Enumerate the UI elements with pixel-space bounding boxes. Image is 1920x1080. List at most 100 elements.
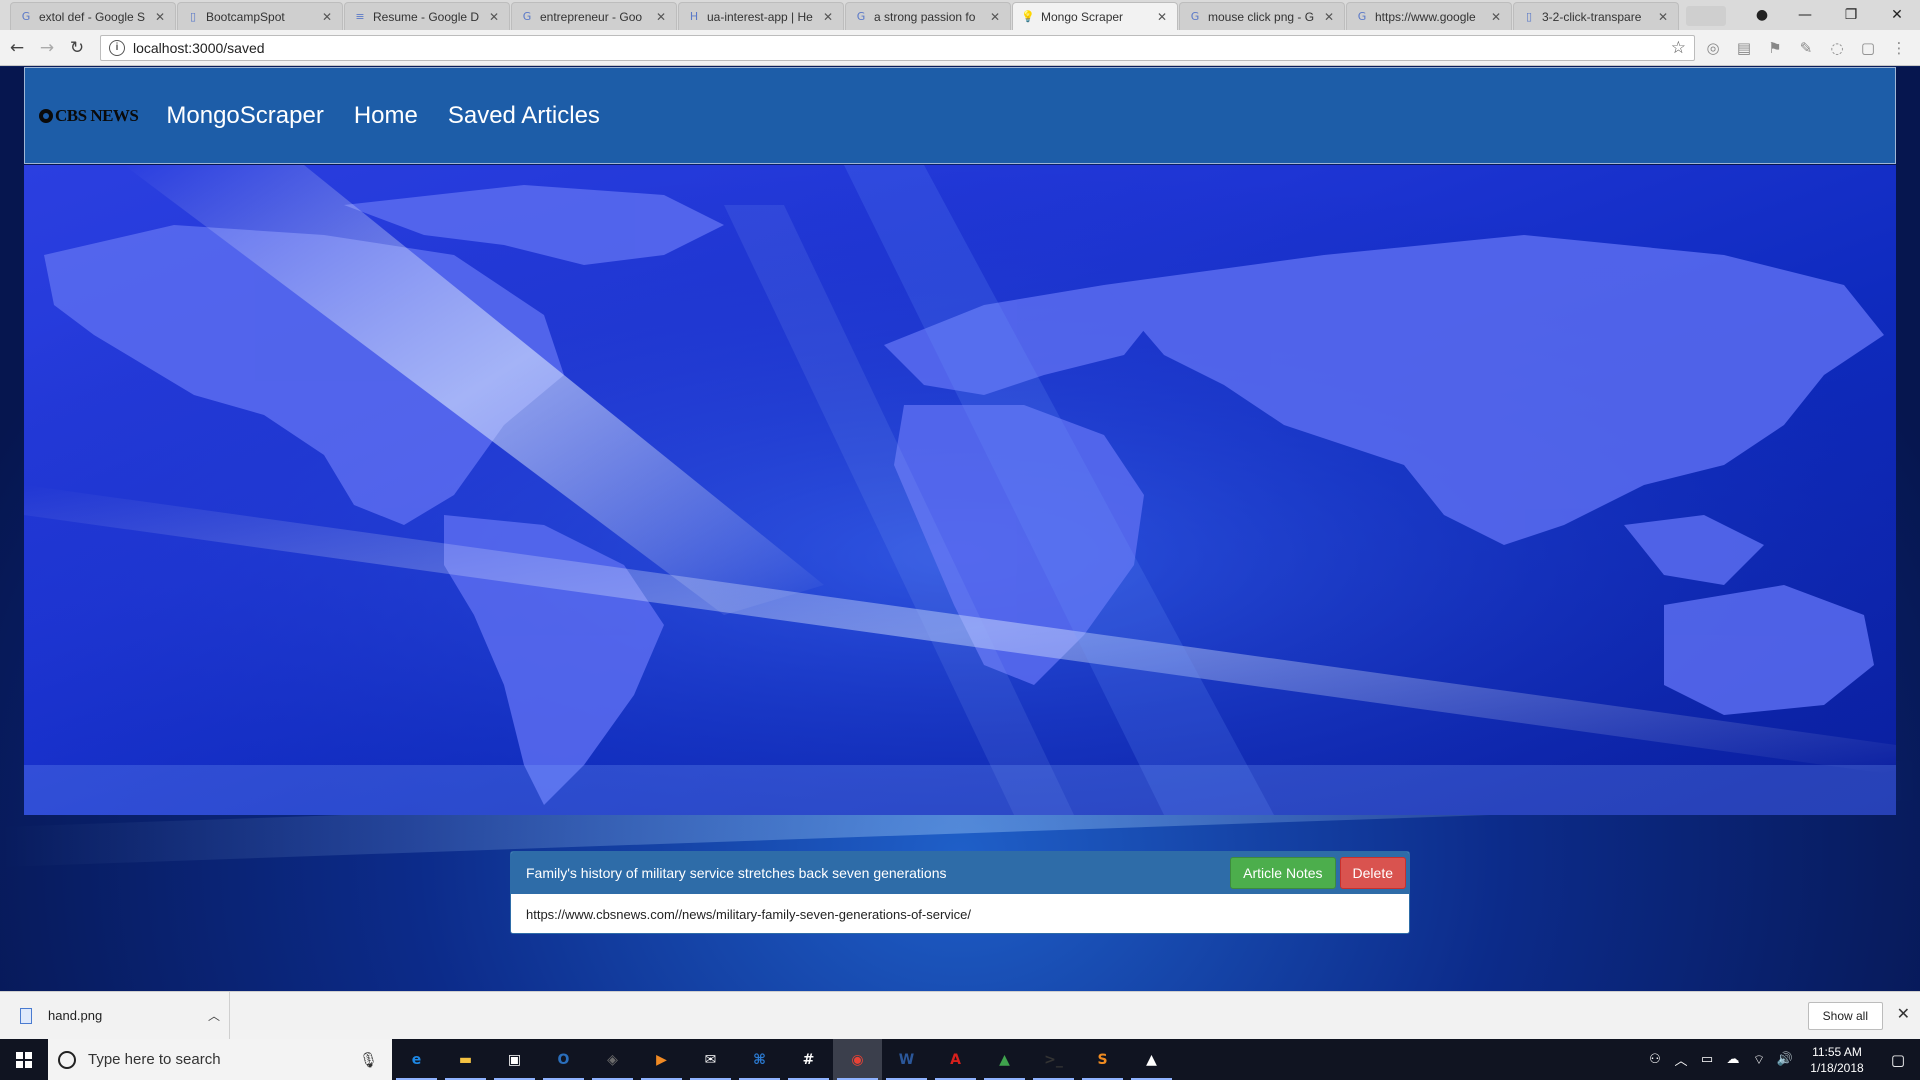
- download-item[interactable]: hand.png ︿: [0, 991, 230, 1040]
- reload-button[interactable]: ↻: [64, 35, 90, 61]
- browser-tab[interactable]: Gmouse click png - G ✕: [1179, 2, 1345, 30]
- onedrive-icon[interactable]: ☁: [1720, 1052, 1746, 1067]
- slack-icon-glyph: #: [802, 1051, 815, 1068]
- clock[interactable]: 11:55 AM 1/18/2018: [1798, 1044, 1876, 1076]
- tab-title[interactable]: entrepreneur - Goo: [540, 10, 654, 24]
- address-bar[interactable]: i localhost:3000/saved ☆: [100, 34, 1695, 61]
- photos-icon[interactable]: ▲: [1127, 1039, 1176, 1080]
- article-title[interactable]: Family's history of military service str…: [526, 865, 1230, 881]
- tab-title[interactable]: mouse click png - G: [1208, 10, 1322, 24]
- profile-icon[interactable]: ●: [1742, 0, 1782, 30]
- tab-title[interactable]: https://www.google: [1375, 10, 1489, 24]
- sublime-icon[interactable]: S: [1078, 1039, 1127, 1080]
- article-link[interactable]: https://www.cbsnews.com//news/military-f…: [526, 907, 971, 922]
- start-button[interactable]: [0, 1039, 48, 1080]
- mail-icon[interactable]: ✉: [686, 1039, 735, 1080]
- show-all-downloads-button[interactable]: Show all: [1807, 1002, 1883, 1030]
- tab-title[interactable]: a strong passion fo: [874, 10, 988, 24]
- word-icon[interactable]: W: [882, 1039, 931, 1080]
- bookmark-star-icon[interactable]: ☆: [1671, 38, 1686, 58]
- people-icon[interactable]: ⚇: [1642, 1052, 1668, 1067]
- media-player-icon-glyph: ▶: [656, 1051, 667, 1068]
- forward-button[interactable]: →: [34, 35, 60, 61]
- download-filename[interactable]: hand.png: [48, 1008, 199, 1023]
- media-player-icon[interactable]: ▶: [637, 1039, 686, 1080]
- close-tab-icon[interactable]: ✕: [988, 10, 1002, 24]
- extension-icon-2[interactable]: ▤: [1731, 35, 1757, 61]
- close-tab-icon[interactable]: ✕: [320, 10, 334, 24]
- browser-tab[interactable]: Hua-interest-app | He ✕: [678, 2, 844, 30]
- extension-icon-3[interactable]: ⚑: [1762, 35, 1788, 61]
- tab-title[interactable]: extol def - Google S: [39, 10, 153, 24]
- extension-icon-5[interactable]: ◌: [1824, 35, 1850, 61]
- nav-home[interactable]: Home: [354, 102, 418, 130]
- tab-title[interactable]: ua-interest-app | He: [707, 10, 821, 24]
- close-tab-icon[interactable]: ✕: [1656, 10, 1670, 24]
- acrobat-icon[interactable]: A: [931, 1039, 980, 1080]
- chevron-up-icon[interactable]: ︿: [199, 1007, 229, 1024]
- slack-icon[interactable]: #: [784, 1039, 833, 1080]
- article-notes-button[interactable]: Article Notes: [1230, 857, 1336, 889]
- show-hidden-icons[interactable]: ︿: [1668, 1050, 1694, 1069]
- chrome-icon[interactable]: ◉: [833, 1039, 882, 1080]
- outlook-icon[interactable]: O: [539, 1039, 588, 1080]
- pinned-apps: e ▬ ▣ O ◈ ▶ ✉ ⌘ # ◉ W A ▲ >_ S ▲: [392, 1039, 1176, 1080]
- close-tab-icon[interactable]: ✕: [1489, 10, 1503, 24]
- tab-title[interactable]: Mongo Scraper: [1041, 10, 1155, 24]
- battery-icon[interactable]: ▭: [1694, 1052, 1720, 1067]
- browser-tab[interactable]: ≡ Resume - Google D ✕: [344, 2, 510, 30]
- page-icon: ▯: [189, 9, 197, 23]
- extension-icon-4[interactable]: ✎: [1793, 35, 1819, 61]
- close-tab-icon[interactable]: ✕: [487, 10, 501, 24]
- extension-icon-1[interactable]: ◎: [1700, 35, 1726, 61]
- tab-title[interactable]: BootcampSpot: [206, 10, 320, 24]
- volume-icon[interactable]: 🔊: [1772, 1052, 1798, 1067]
- browser-tab[interactable]: 💡 Mongo Scraper ✕: [1012, 2, 1178, 30]
- robomongo-icon-glyph: ▲: [999, 1051, 1010, 1068]
- delete-article-button[interactable]: Delete: [1339, 857, 1406, 889]
- close-tab-icon[interactable]: ✕: [1155, 10, 1169, 24]
- tab-title[interactable]: Resume - Google D: [373, 10, 487, 24]
- browser-tab[interactable]: Gextol def - Google S ✕: [10, 2, 176, 30]
- browser-tab[interactable]: ▯ BootcampSpot ✕: [177, 2, 343, 30]
- browser-tab[interactable]: ▯ 3-2-click-transpare ✕: [1513, 2, 1679, 30]
- browser-tab[interactable]: Ghttps://www.google ✕: [1346, 2, 1512, 30]
- brand-link[interactable]: MongoScraper: [166, 102, 323, 130]
- edge-icon[interactable]: e: [392, 1039, 441, 1080]
- close-tab-icon[interactable]: ✕: [654, 10, 668, 24]
- chrome-menu-icon[interactable]: ⋮: [1886, 35, 1912, 61]
- google-icon: G: [1190, 9, 1200, 23]
- extension-icon-6[interactable]: ▢: [1855, 35, 1881, 61]
- terminal-icon[interactable]: >_: [1029, 1039, 1078, 1080]
- back-button[interactable]: ←: [4, 35, 30, 61]
- minimize-button[interactable]: —: [1782, 0, 1828, 30]
- search-placeholder[interactable]: Type here to search: [88, 1051, 359, 1068]
- microphone-icon[interactable]: 🎙: [359, 1051, 378, 1069]
- acrobat-icon-glyph: A: [950, 1051, 961, 1068]
- address-url[interactable]: localhost:3000/saved: [133, 40, 1671, 56]
- file-explorer-icon[interactable]: ▬: [441, 1039, 490, 1080]
- action-center-icon[interactable]: ▢: [1876, 1051, 1920, 1069]
- browser-tab[interactable]: Ga strong passion fo ✕: [845, 2, 1011, 30]
- new-tab-button[interactable]: [1686, 6, 1726, 26]
- taskbar-search[interactable]: Type here to search 🎙: [48, 1039, 392, 1080]
- close-tab-icon[interactable]: ✕: [821, 10, 835, 24]
- robomongo-icon[interactable]: ▲: [980, 1039, 1029, 1080]
- wifi-icon[interactable]: ⌔: [1746, 1052, 1772, 1068]
- edge-icon-glyph: e: [411, 1051, 422, 1068]
- cbs-news-logo[interactable]: CBS NEWS: [39, 106, 139, 126]
- close-tab-icon[interactable]: ✕: [1322, 10, 1336, 24]
- restore-button[interactable]: ❐: [1828, 0, 1874, 30]
- site-info-icon[interactable]: i: [109, 39, 125, 56]
- close-window-button[interactable]: ✕: [1874, 0, 1920, 30]
- close-downloads-icon[interactable]: ✕: [1897, 1004, 1910, 1023]
- browser-tab[interactable]: Gentrepreneur - Goo ✕: [511, 2, 677, 30]
- article-body: https://www.cbsnews.com//news/military-f…: [511, 894, 1409, 933]
- nav-saved-articles[interactable]: Saved Articles: [448, 102, 600, 130]
- store-icon[interactable]: ▣: [490, 1039, 539, 1080]
- vscode-icon[interactable]: ⌘: [735, 1039, 784, 1080]
- close-tab-icon[interactable]: ✕: [153, 10, 167, 24]
- tab-title[interactable]: 3-2-click-transpare: [1542, 10, 1656, 24]
- git-icon[interactable]: ◈: [588, 1039, 637, 1080]
- browser-tab-strip: Gextol def - Google S ✕ ▯ BootcampSpot ✕ ≡ Res…: [0, 0, 1920, 30]
